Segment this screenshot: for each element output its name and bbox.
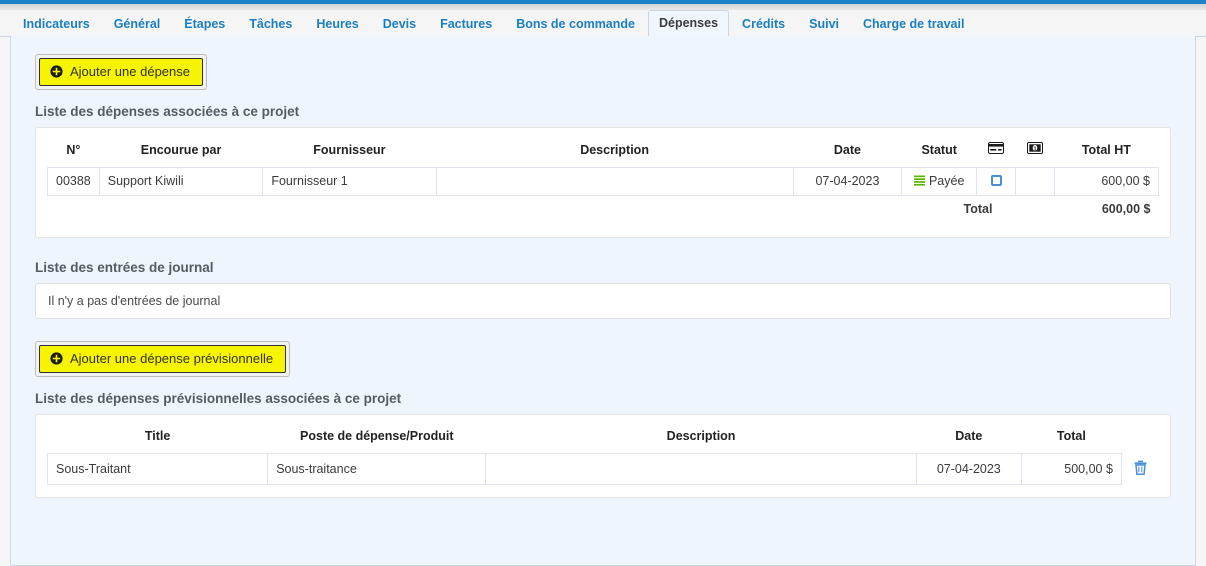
project-tab-bar: Indicateurs Général Étapes Tâches Heures Devi…	[0, 10, 1206, 37]
table-row[interactable]: 00388 Support Kiwili Fournisseur 1 07-04-20…	[47, 167, 1160, 197]
tab-label: Crédits	[742, 17, 786, 31]
credit-card-checkbox[interactable]	[990, 175, 1002, 187]
col-date: Date	[955, 429, 983, 444]
tab-suivi[interactable]: Suivi	[798, 11, 850, 37]
tab-heures[interactable]: Heures	[305, 11, 369, 37]
tab-indicateurs[interactable]: Indicateurs	[12, 11, 101, 37]
add-forecast-expense-button[interactable]: Ajouter une dépense prévisionnelle	[39, 345, 287, 374]
add-expense-button[interactable]: Ajouter une dépense	[39, 58, 203, 86]
cell-incurred-by: Support Kiwili	[98, 167, 264, 197]
tab-label: Charge de travail	[863, 17, 965, 31]
green-bars-icon	[913, 175, 925, 186]
col-description: Description	[666, 429, 736, 444]
cell-date: 07-04-2023	[915, 453, 1022, 486]
cell-total: 500,00 $	[1020, 453, 1122, 486]
expenses-table-header-row: N° Encourue par Fournisseur Description …	[48, 139, 1159, 168]
tab-t-ches[interactable]: Tâches	[238, 11, 303, 37]
tab-label: Étapes	[184, 17, 226, 31]
cell-date: 07-04-2023	[792, 167, 903, 197]
forecast-table: Title Poste de dépense/Produit Descripti…	[46, 426, 1159, 486]
cell-title: Sous-Traitant	[46, 453, 269, 486]
forecast-section-title: Liste des dépenses prévisionnelles assoc…	[35, 391, 402, 407]
tab-label: Tâches	[249, 17, 293, 31]
trash-icon	[1134, 460, 1147, 478]
col-credit-card	[977, 139, 1016, 168]
cell-expense-item: Sous-traitance	[267, 453, 487, 486]
cell-cash	[1014, 167, 1055, 197]
col-description: Description	[580, 142, 649, 157]
cell-description	[435, 167, 794, 197]
tab-label: Devis	[382, 17, 417, 31]
col-actions	[1121, 426, 1158, 454]
svg-text:1: 1	[1033, 147, 1036, 153]
tab-label: Dépenses	[658, 16, 719, 30]
col-incurred-by: Encourue par	[140, 142, 222, 157]
forecast-table-header-row: Title Poste de dépense/Produit Descripti…	[48, 426, 1159, 454]
tab-label: Bons de commande	[516, 17, 635, 31]
status-badge: Payée	[901, 167, 978, 197]
col-expense-item: Poste de dépense/Produit	[300, 429, 454, 444]
tab-cr-dits[interactable]: Crédits	[731, 11, 796, 37]
journal-section-title: Liste des entrées de journal	[35, 260, 214, 276]
col-status: Statut	[921, 142, 957, 157]
col-total: Total	[1056, 429, 1086, 444]
add-forecast-expense-button-label: Ajouter une dépense prévisionnelle	[70, 351, 274, 367]
tab-label: Indicateurs	[23, 17, 90, 31]
tab-label: Général	[113, 17, 161, 31]
tab-charge-de-travail[interactable]: Charge de travail	[852, 11, 975, 37]
expenses-total-row: Total 600,00 $	[47, 195, 1159, 224]
cell-credit-card[interactable]	[976, 167, 1016, 197]
add-expense-button-wrap: Ajouter une dépense	[35, 54, 207, 90]
add-expense-button-label: Ajouter une dépense	[70, 64, 190, 79]
tab-label: Factures	[440, 17, 493, 31]
col-title: Title	[144, 429, 171, 444]
table-row[interactable]: Sous-Traitant Sous-traitance 07-04-2023 500…	[46, 453, 1159, 486]
cell-actions	[1121, 453, 1159, 485]
status-label: Payée	[928, 174, 965, 189]
cell-description	[485, 453, 917, 486]
tab-g-n-ral[interactable]: Général	[103, 11, 172, 37]
tab-label: Heures	[316, 17, 359, 31]
tab-bons-de-commande[interactable]: Bons de commande	[505, 11, 646, 37]
col-date: Date	[833, 142, 861, 157]
add-forecast-expense-button-wrap: Ajouter une dépense prévisionnelle	[35, 341, 291, 378]
forecast-card: Title Poste de dépense/Produit Descripti…	[35, 414, 1171, 499]
delete-row-button[interactable]	[1134, 460, 1147, 475]
tab-label: Suivi	[809, 17, 839, 31]
tab-d-penses[interactable]: Dépenses	[647, 10, 730, 37]
plus-circle-icon	[50, 65, 63, 78]
journal-empty-message: Il n'y a pas d'entrées de journal	[48, 294, 221, 309]
col-cash: 1	[1015, 139, 1054, 168]
col-supplier: Fournisseur	[313, 142, 386, 157]
expenses-total-label: Total	[901, 195, 1055, 224]
expenses-card: N° Encourue par Fournisseur Description …	[35, 127, 1171, 239]
tab-tapes[interactable]: Étapes	[173, 11, 236, 37]
cell-total-ht: 600,00 $	[1053, 167, 1160, 197]
banknote-icon: 1	[1026, 142, 1043, 157]
expenses-table: N° Encourue par Fournisseur Description …	[47, 139, 1160, 224]
credit-card-icon	[988, 142, 1005, 157]
expenses-total-value: 600,00 $	[1054, 195, 1159, 224]
col-total-ht: Total HT	[1081, 142, 1131, 157]
tab-factures[interactable]: Factures	[429, 11, 503, 37]
journal-empty-box: Il n'y a pas d'entrées de journal	[35, 283, 1171, 320]
cell-supplier: Fournisseur 1	[262, 167, 437, 197]
plus-circle-icon	[50, 352, 63, 365]
col-no: N°	[66, 142, 81, 157]
cell-no: 00388	[47, 167, 100, 197]
expenses-panel: Ajouter une dépense Liste des dépenses a…	[10, 36, 1196, 566]
expenses-section-title: Liste des dépenses associées à ce projet	[35, 104, 300, 119]
tab-devis[interactable]: Devis	[372, 11, 427, 37]
